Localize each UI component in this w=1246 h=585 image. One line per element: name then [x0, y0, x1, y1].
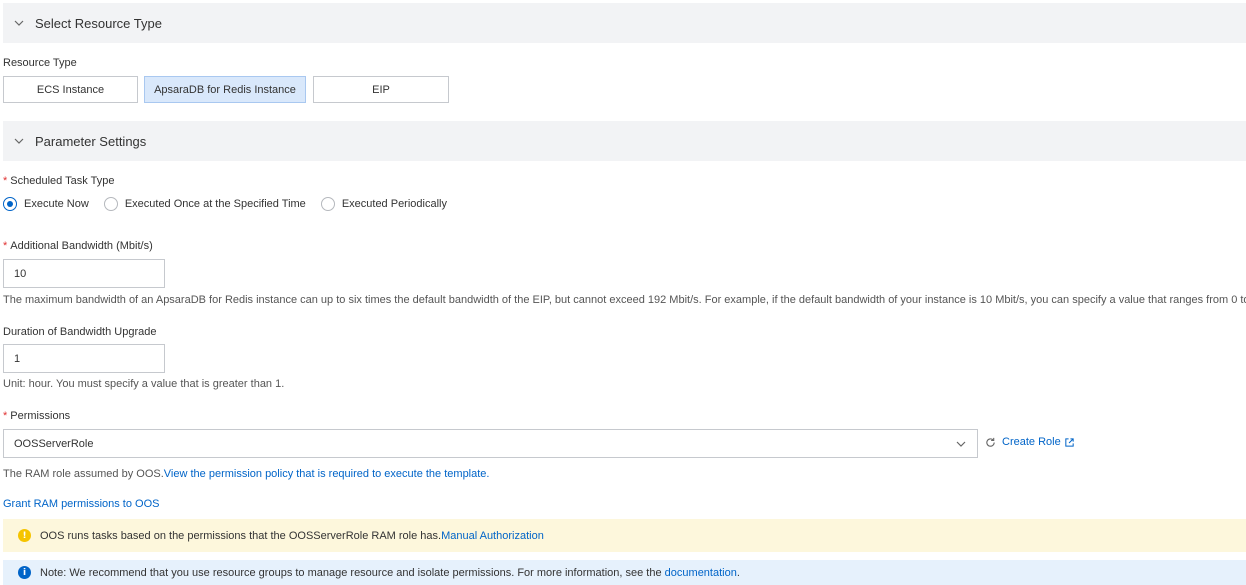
radio-checked-icon: [3, 197, 17, 211]
duration-input[interactable]: [3, 344, 165, 373]
info-icon: i: [18, 566, 31, 579]
resource-type-ecs-button[interactable]: ECS Instance: [3, 76, 138, 103]
permissions-label: * Permissions: [3, 410, 71, 422]
radio-execute-now[interactable]: Execute Now: [3, 197, 89, 211]
radio-unchecked-icon: [320, 197, 335, 211]
bandwidth-label: * Additional Bandwidth (Mbit/s): [3, 240, 153, 252]
section-header-parameters[interactable]: Parameter Settings: [3, 121, 1246, 161]
external-link-icon: [1065, 437, 1074, 447]
duration-label: Duration of Bandwidth Upgrade: [3, 326, 157, 338]
warning-icon: !: [18, 529, 31, 542]
warning-banner: ! OOS runs tasks based on the permission…: [3, 519, 1246, 552]
chevron-down-icon: [956, 441, 966, 447]
create-role-link[interactable]: Create Role: [985, 436, 1081, 448]
required-marker: *: [3, 240, 8, 252]
chevron-down-icon: [14, 138, 24, 144]
permission-policy-link[interactable]: View the permission policy that is requi…: [164, 468, 490, 480]
section-title: Parameter Settings: [35, 133, 147, 149]
radio-executed-once[interactable]: Executed Once at the Specified Time: [103, 197, 306, 211]
documentation-link[interactable]: documentation: [665, 567, 737, 579]
required-marker: *: [3, 175, 8, 187]
section-title: Select Resource Type: [35, 15, 162, 31]
bandwidth-input[interactable]: [3, 259, 165, 288]
radio-unchecked-icon: [103, 197, 118, 211]
task-type-radio-group: Execute Now Executed Once at the Specifi…: [3, 197, 462, 211]
duration-help-text: Unit: hour. You must specify a value tha…: [3, 378, 285, 390]
chevron-down-icon: [14, 20, 24, 26]
resource-type-label: Resource Type: [3, 57, 77, 69]
radio-executed-periodically[interactable]: Executed Periodically: [320, 197, 447, 211]
section-header-resource-type[interactable]: Select Resource Type: [3, 3, 1246, 43]
resource-type-redis-button[interactable]: ApsaraDB for Redis Instance: [144, 76, 306, 103]
permissions-help-text: The RAM role assumed by OOS.View the per…: [3, 468, 490, 480]
required-marker: *: [3, 410, 8, 422]
bandwidth-help-text: The maximum bandwidth of an ApsaraDB for…: [3, 294, 1246, 306]
resource-type-eip-button[interactable]: EIP: [313, 76, 449, 103]
refresh-icon[interactable]: [985, 437, 996, 448]
permissions-select[interactable]: OOSServerRole: [3, 429, 978, 458]
info-banner: i Note: We recommend that you use resour…: [3, 560, 1246, 585]
grant-ram-permissions-link[interactable]: Grant RAM permissions to OOS: [3, 498, 160, 510]
task-type-label: * Scheduled Task Type: [3, 175, 115, 187]
manual-authorization-link[interactable]: Manual Authorization: [441, 530, 544, 542]
permissions-select-value: OOSServerRole: [14, 437, 94, 450]
